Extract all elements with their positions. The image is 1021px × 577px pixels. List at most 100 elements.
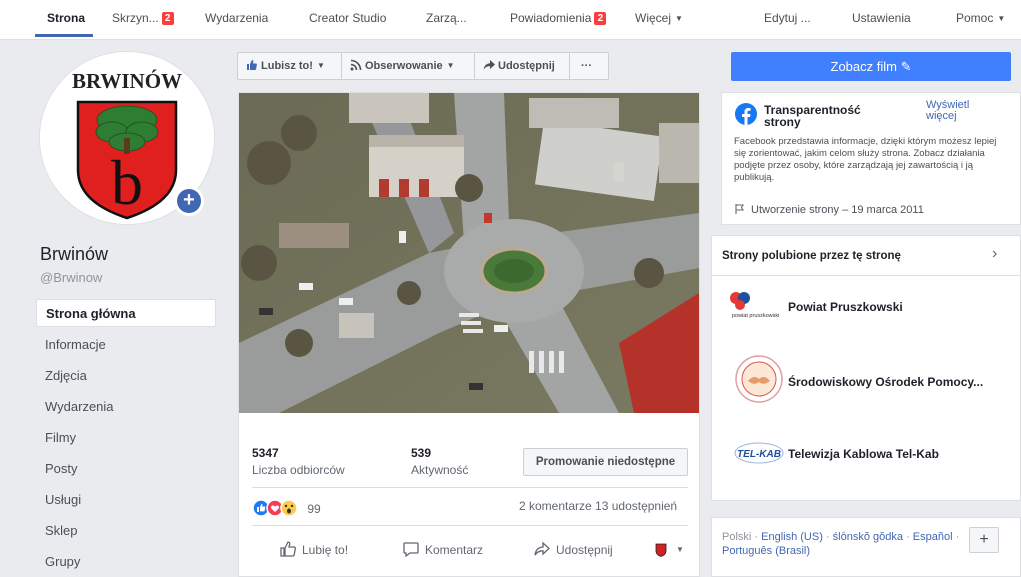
sidebar-item-label: Zdjęcia: [45, 368, 87, 383]
share-arrow-icon: [483, 60, 495, 70]
tel-kab-logo[interactable]: TEL-KAB: [734, 441, 784, 465]
liked-page-name[interactable]: Powiat Pruszkowski: [788, 300, 903, 314]
add-language-button[interactable]: +: [969, 527, 999, 553]
post-share-button[interactable]: Udostępnij: [533, 540, 613, 558]
facebook-icon: [735, 103, 757, 125]
logo-text: powiat pruszkowski: [732, 313, 779, 319]
tab-label: Skrzyn...: [112, 11, 159, 25]
language-link[interactable]: ślōnskŏ gŏdka: [833, 531, 903, 543]
follow-label: Obserwowanie: [365, 60, 443, 72]
tab-label: Strona: [47, 11, 86, 25]
transparency-title: Transparentność strony: [764, 103, 861, 129]
tab-label: Zarzą...: [426, 11, 467, 25]
thumbs-up-outline-icon: [280, 541, 296, 557]
sidebar-item-wydarzenia[interactable]: Wydarzenia: [36, 393, 216, 421]
divider: [252, 487, 688, 488]
sidebar-item-informacje[interactable]: Informacje: [36, 331, 216, 359]
reach-value: 5347: [252, 446, 279, 460]
engagement-label: Aktywność: [411, 463, 469, 477]
chevron-down-icon: ▼: [676, 545, 684, 554]
reach-label: Liczba odbiorców: [252, 463, 345, 477]
sidebar-item-label: Usługi: [45, 492, 82, 507]
comments-shares-count[interactable]: 2 komentarze 13 udostępnień: [519, 499, 677, 513]
post-share-label: Udostępnij: [556, 543, 613, 557]
logo-letter: b: [111, 147, 143, 218]
liked-page-name[interactable]: Telewizja Kablowa Tel-Kab: [788, 447, 939, 461]
language-list: Polski · English (US) · ślōnskŏ gŏdka · …: [722, 531, 960, 557]
share-label: Udostępnij: [498, 60, 555, 72]
tab-label: Więcej: [635, 11, 672, 25]
tab-wydarzenia[interactable]: Wydarzenia: [205, 11, 268, 25]
tab-pomoc[interactable]: Pomoc ▼: [956, 11, 1005, 25]
like-label: Lubisz to!: [261, 60, 313, 72]
tab-skrzynka[interactable]: Skrzyn... 2: [112, 11, 174, 25]
sidebar-item-filmy[interactable]: Filmy: [36, 424, 216, 452]
pencil-icon: ✎: [900, 59, 912, 74]
language-card: Polski · English (US) · ślōnskŏ gŏdka · …: [711, 517, 1021, 577]
sidebar-item-label: Strona główna: [46, 306, 136, 321]
sidebar-item-zdjecia[interactable]: Zdjęcia: [36, 362, 216, 390]
follow-page-button[interactable]: Obserwowanie ▼: [342, 53, 475, 79]
cta-label: Zobacz film: [830, 59, 897, 74]
chevron-down-icon: ▼: [997, 14, 1006, 23]
tab-label: Wydarzenia: [205, 11, 269, 25]
tab-powiadomienia[interactable]: Powiadomienia 2: [510, 11, 607, 25]
promote-button[interactable]: Promowanie niedostępne: [523, 448, 688, 476]
tab-label: Pomoc: [956, 11, 994, 25]
post-card: 5347 Liczba odbiorców 539 Aktywność Prom…: [238, 92, 700, 577]
notification-badge: 2: [594, 12, 607, 25]
language-link[interactable]: Español: [913, 531, 953, 543]
tab-wiecej[interactable]: Więcej ▼: [635, 11, 683, 25]
chevron-down-icon: ▼: [675, 14, 683, 23]
watch-video-button[interactable]: Zobacz film ✎: [731, 52, 1011, 81]
liked-page-name[interactable]: Środowiskowy Ośrodek Pomocy...: [788, 375, 983, 389]
more-options-button[interactable]: ···: [570, 53, 608, 79]
see-more-link[interactable]: Wyświetl więcej: [926, 100, 996, 122]
liked-pages-card: Strony polubione przez tę stronę › powia…: [711, 235, 1021, 501]
thumbs-up-icon: [247, 60, 257, 70]
tab-edytuj[interactable]: Edytuj ...: [764, 11, 811, 25]
engagement-value: 539: [411, 446, 432, 460]
language-link[interactable]: Português (Brasil): [722, 545, 810, 557]
sidebar-item-sklep[interactable]: Sklep: [36, 517, 216, 545]
sidebar-item-posty[interactable]: Posty: [36, 455, 216, 483]
like-page-button[interactable]: Lubisz to! ▼: [238, 53, 342, 79]
page-admin-bar: Strona Skrzyn... 2 Wydarzenia Creator Stu…: [0, 0, 1021, 40]
tab-zarzadzanie[interactable]: Zarzą...: [426, 11, 467, 25]
tab-label: Ustawienia: [852, 11, 911, 25]
tab-ustawienia[interactable]: Ustawienia: [852, 11, 911, 25]
sidebar-item-grupy[interactable]: Grupy: [36, 548, 216, 576]
logo-text: BRWINÓW: [72, 69, 182, 93]
created-date: Utworzenie strony – 19 marca 2011: [751, 204, 924, 216]
tab-strona[interactable]: Strona: [47, 11, 85, 25]
post-like-label: Lubię to!: [302, 543, 349, 557]
page-transparency-card: Transparentność strony Wyświetl więcej F…: [721, 92, 1021, 225]
reaction-icons: [252, 499, 298, 517]
page-created-info: Utworzenie strony – 19 marca 2011: [734, 203, 924, 216]
chevron-down-icon: ▼: [316, 61, 325, 70]
current-language: Polski: [722, 531, 752, 543]
add-photo-button[interactable]: +: [174, 186, 204, 216]
language-link[interactable]: English (US): [761, 531, 823, 543]
page-handle[interactable]: @Brwinow: [40, 270, 102, 285]
post-as-selector[interactable]: ▼: [655, 542, 684, 557]
tab-label: Creator Studio: [309, 11, 387, 25]
liked-pages-header[interactable]: Strony polubione przez tę stronę: [722, 250, 901, 262]
share-page-button[interactable]: Udostępnij: [475, 53, 570, 79]
osrodek-pomocy-logo[interactable]: [734, 354, 784, 404]
chevron-right-icon[interactable]: ›: [992, 245, 997, 263]
more-label: ···: [581, 60, 592, 72]
sidebar-item-uslugi[interactable]: Usługi: [36, 486, 216, 514]
sidebar-item-strona-glowna[interactable]: Strona główna: [36, 299, 216, 327]
tab-creator-studio[interactable]: Creator Studio: [309, 11, 386, 25]
post-like-button[interactable]: Lubię to!: [279, 540, 348, 558]
aerial-roundabout-photo[interactable]: [239, 93, 699, 413]
reactions-summary[interactable]: 99: [252, 499, 321, 517]
divider: [712, 275, 1020, 276]
powiat-pruszkowski-logo[interactable]: powiat pruszkowski: [722, 288, 782, 326]
share-outline-icon: [534, 541, 550, 556]
post-comment-button[interactable]: Komentarz: [402, 540, 483, 558]
logo-text: TEL-KAB: [737, 449, 781, 460]
post-comment-label: Komentarz: [425, 543, 484, 557]
transparency-description: Facebook przedstawia informacje, dzięki …: [734, 136, 997, 183]
